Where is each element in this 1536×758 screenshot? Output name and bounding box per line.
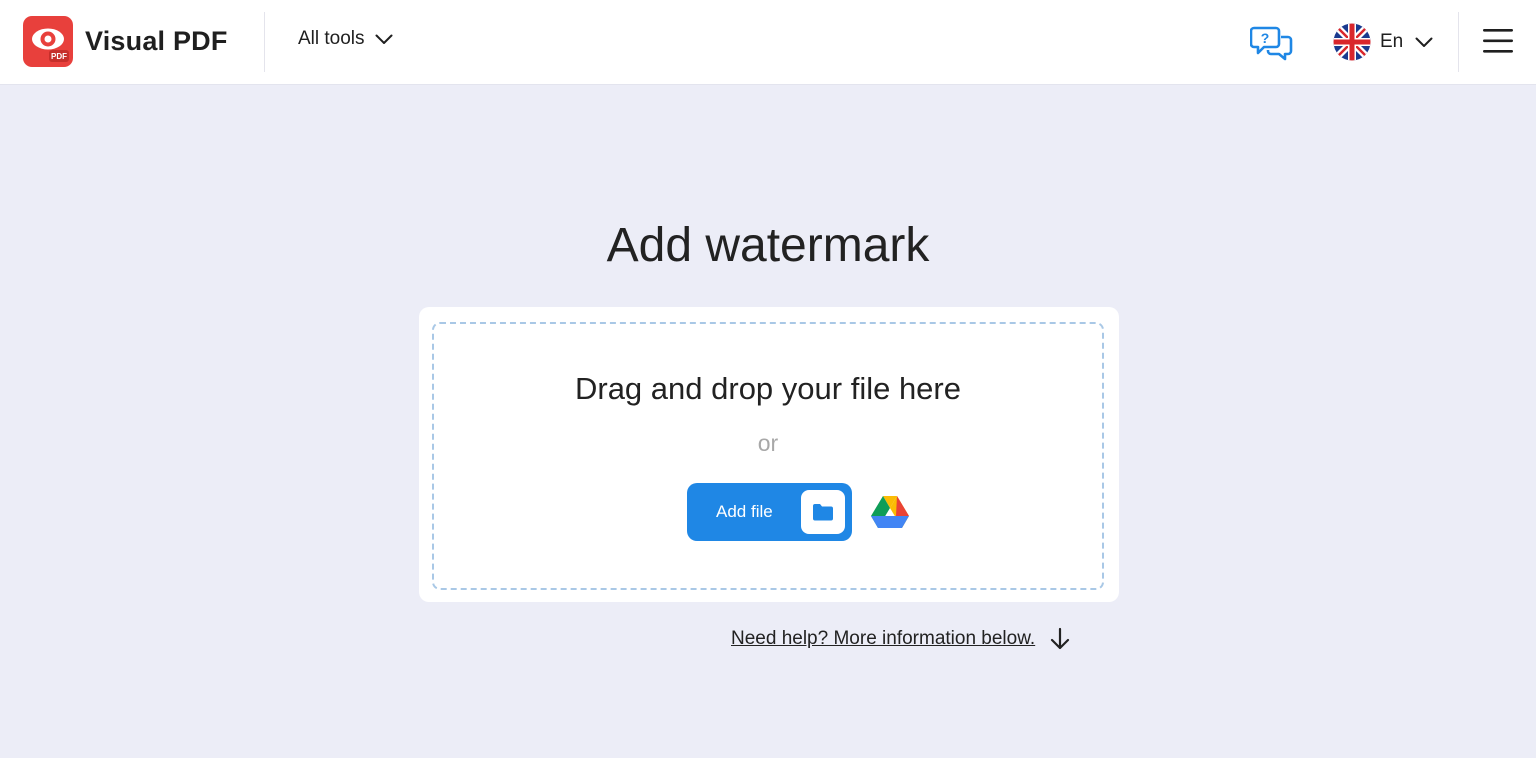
all-tools-dropdown[interactable]: All tools — [298, 28, 393, 50]
uk-flag-icon — [1333, 23, 1371, 61]
google-drive-icon[interactable] — [870, 495, 910, 536]
page-title: Add watermark — [606, 219, 930, 272]
svg-text:?: ? — [1261, 30, 1270, 46]
logo[interactable]: PDF Visual PDF — [23, 16, 228, 67]
help-chat-icon[interactable]: ? — [1249, 24, 1294, 67]
logo-eye-icon: PDF — [23, 16, 73, 67]
header-divider — [1458, 12, 1459, 72]
need-help-link[interactable]: Need help? More information below. — [731, 627, 1071, 651]
language-code: En — [1380, 31, 1404, 52]
logo-text: Visual PDF — [85, 26, 228, 56]
file-dropzone[interactable]: Drag and drop your file here or Add file — [432, 322, 1104, 590]
or-text: or — [757, 430, 779, 456]
hamburger-menu-icon[interactable] — [1483, 27, 1513, 60]
add-file-label: Add file — [716, 502, 773, 521]
drop-text: Drag and drop your file here — [574, 371, 961, 406]
folder-icon — [801, 490, 845, 534]
need-help-text: Need help? More information below. — [731, 628, 1036, 649]
arrow-down-icon — [1051, 627, 1070, 650]
upload-card: Drag and drop your file here or Add file — [419, 307, 1119, 602]
chevron-down-icon — [1415, 37, 1433, 47]
header: PDF Visual PDF All tools ? En — [0, 0, 1536, 85]
logo-badge-text: PDF — [51, 52, 67, 61]
language-selector[interactable]: En — [1333, 23, 1433, 61]
chevron-down-icon — [375, 34, 393, 44]
header-divider — [264, 12, 265, 72]
add-file-button[interactable]: Add file — [687, 483, 852, 541]
all-tools-label: All tools — [298, 28, 365, 49]
